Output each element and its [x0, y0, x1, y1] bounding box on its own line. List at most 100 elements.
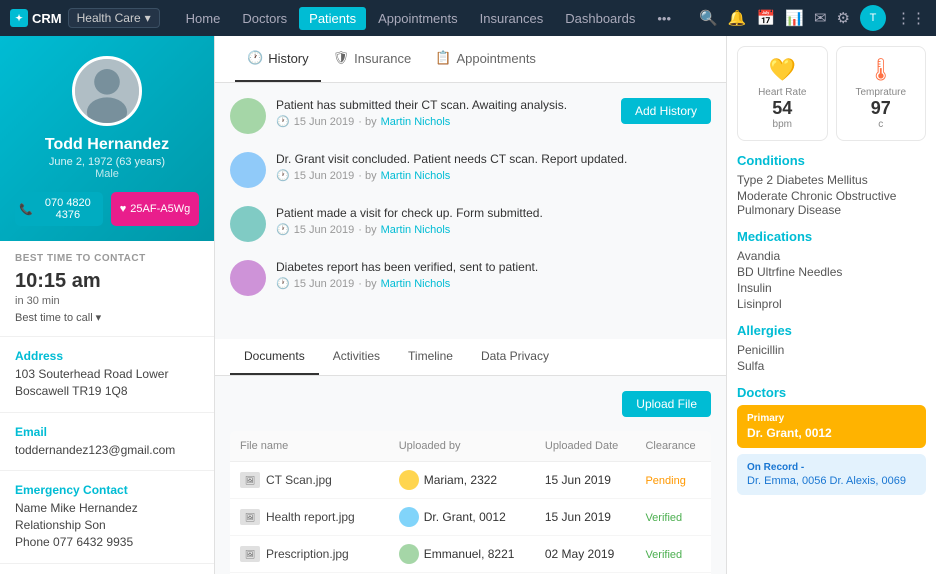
medications-title: Medications	[737, 229, 926, 244]
bell-icon[interactable]: 🔔	[728, 9, 747, 27]
center-panel: 🕐 History 🛡 Insurance 📋 Appointments Add…	[215, 36, 726, 574]
doc-date-cell: 15 Jun 2019	[535, 499, 636, 536]
history-author[interactable]: Martin Nichols	[381, 224, 451, 236]
table-row: 🖼 Health report.jpg Dr. Grant, 0012 15 J…	[230, 499, 711, 536]
subtab-documents[interactable]: Documents	[230, 339, 319, 375]
col-date: Uploaded Date	[535, 431, 636, 462]
grid-icon[interactable]: 📊	[785, 9, 804, 27]
subtab-activities[interactable]: Activities	[319, 339, 394, 375]
temperature-card: 🌡 Temprature 97 c	[836, 46, 927, 141]
temperature-unit: c	[845, 119, 918, 130]
conditions-title: Conditions	[737, 153, 926, 168]
history-author[interactable]: Martin Nichols	[381, 170, 451, 182]
doc-date-cell: 02 May 2019	[535, 536, 636, 573]
mrn-value: 25AF-A5Wg	[130, 203, 190, 215]
emergency-phone: Phone 077 6432 9935	[15, 534, 199, 551]
mail-icon[interactable]: ✉	[814, 9, 827, 27]
on-record-label: On Record -	[747, 462, 916, 473]
doc-uploader-cell: Dr. Grant, 0012	[389, 499, 535, 536]
heart-rate-card: 💛 Heart Rate 54 bpm	[737, 46, 828, 141]
history-item: Patient made a visit for check up. Form …	[230, 206, 711, 242]
nav-home[interactable]: Home	[176, 7, 231, 30]
tab-insurance[interactable]: 🛡 Insurance	[321, 36, 424, 82]
history-avatar	[230, 206, 266, 242]
nav-icon-bar: 🔍 🔔 📅 📊 ✉ ⚙ T ⋮⋮	[699, 5, 926, 31]
col-clearance: Clearance	[635, 431, 711, 462]
chevron-down-icon[interactable]: ▾	[96, 311, 102, 324]
gear-icon[interactable]: ⚙	[837, 9, 850, 27]
history-by: · by	[358, 116, 376, 128]
doc-filename-cell: 🖼 Prescription.jpg	[230, 536, 389, 573]
mrn-button[interactable]: ♥ 25AF-A5Wg	[111, 192, 199, 226]
vitals-row: 💛 Heart Rate 54 bpm 🌡 Temprature 97 c	[737, 46, 926, 141]
doc-filename-cell: 🖼 CT Scan.jpg	[230, 462, 389, 499]
heart-rate-label: Heart Rate	[746, 87, 819, 98]
patient-dob: June 2, 1972 (63 years)	[15, 156, 199, 168]
tab-history[interactable]: 🕐 History	[235, 36, 321, 82]
doc-clearance-cell: Verified	[635, 499, 711, 536]
history-author[interactable]: Martin Nichols	[381, 278, 451, 290]
best-time-sub: in 30 min	[15, 295, 199, 307]
history-text-block: Dr. Grant visit concluded. Patient needs…	[276, 152, 627, 188]
user-avatar[interactable]: T	[860, 5, 886, 31]
nav-insurances[interactable]: Insurances	[470, 7, 554, 30]
temperature-icon: 🌡	[845, 57, 918, 83]
uploader-avatar	[399, 544, 419, 564]
uploader-avatar	[399, 507, 419, 527]
patient-header: Todd Hernandez June 2, 1972 (63 years) M…	[0, 36, 214, 241]
add-history-button[interactable]: Add History	[621, 98, 711, 124]
nav-appointments[interactable]: Appointments	[368, 7, 468, 30]
history-author[interactable]: Martin Nichols	[381, 116, 451, 128]
history-avatar	[230, 152, 266, 188]
subtab-data-privacy[interactable]: Data Privacy	[467, 339, 563, 375]
nav-doctors[interactable]: Doctors	[232, 7, 297, 30]
history-item: Diabetes report has been verified, sent …	[230, 260, 711, 296]
history-avatar	[230, 98, 266, 134]
apps-icon[interactable]: ⋮⋮	[896, 9, 926, 27]
emergency-name: Name Mike Hernandez	[15, 500, 199, 517]
nav-more[interactable]: •••	[647, 7, 681, 30]
history-items: Patient has submitted their CT scan. Awa…	[230, 98, 711, 296]
nav-dashboards[interactable]: Dashboards	[555, 7, 645, 30]
allergy-item: Sulfa	[737, 359, 926, 373]
clearance-badge: Pending	[645, 475, 685, 487]
best-time-label: BEST TIME TO CONTACT	[15, 253, 199, 264]
emergency-rel: Relationship Son	[15, 517, 199, 534]
doc-date-cell: 15 Jun 2019	[535, 462, 636, 499]
doc-uploader-cell: Mariam, 2322	[389, 462, 535, 499]
health-care-selector[interactable]: Health Care ▾	[68, 8, 160, 28]
file-icon: 🖼	[240, 546, 260, 562]
medication-item: Avandia	[737, 249, 926, 263]
history-text: Diabetes report has been verified, sent …	[276, 260, 538, 274]
clearance-badge: Verified	[645, 512, 682, 524]
main-layout: Todd Hernandez June 2, 1972 (63 years) M…	[0, 36, 936, 574]
history-text-block: Patient has submitted their CT scan. Awa…	[276, 98, 567, 134]
temperature-value: 97	[845, 98, 918, 119]
calendar-icon[interactable]: 📅	[757, 9, 776, 27]
condition-item: Type 2 Diabetes Mellitus	[737, 173, 926, 187]
search-icon[interactable]: 🔍	[699, 9, 718, 27]
patient-gender: Male	[15, 168, 199, 180]
history-text-block: Diabetes report has been verified, sent …	[276, 260, 538, 296]
tab-appointments[interactable]: 📋 Appointments	[423, 36, 548, 82]
nav-patients[interactable]: Patients	[299, 7, 366, 30]
medications-list: AvandiaBD Ultrfine NeedlesInsulinLisinpr…	[737, 249, 926, 311]
right-sidebar: 💛 Heart Rate 54 bpm 🌡 Temprature 97 c Co…	[726, 36, 936, 574]
subtab-timeline[interactable]: Timeline	[394, 339, 467, 375]
clearance-badge: Verified	[645, 549, 682, 561]
phone-button[interactable]: 📞 070 4820 4376	[15, 192, 103, 226]
heart-rate-icon: 💛	[746, 57, 819, 83]
address-section: Address 103 Souterhead Road Lower Boscaw…	[0, 337, 214, 413]
table-row: 🖼 CT Scan.jpg Mariam, 2322 15 Jun 2019 P…	[230, 462, 711, 499]
tab-history-label: History	[268, 51, 308, 66]
doctors-section: Doctors Primary Dr. Grant, 0012 On Recor…	[737, 385, 926, 495]
filename-text: Health report.jpg	[266, 510, 355, 524]
patient-action-buttons: 📞 070 4820 4376 ♥ 25AF-A5Wg	[15, 192, 199, 226]
medications-section: Medications AvandiaBD Ultrfine NeedlesIn…	[737, 229, 926, 311]
table-row: 🖼 Prescription.jpg Emmanuel, 8221 02 May…	[230, 536, 711, 573]
upload-file-button[interactable]: Upload File	[622, 391, 711, 417]
documents-table: File name Uploaded by Uploaded Date Clea…	[230, 431, 711, 574]
medication-item: BD Ultrfine Needles	[737, 265, 926, 279]
history-text: Dr. Grant visit concluded. Patient needs…	[276, 152, 627, 166]
email-section: Email toddernandez123@gmail.com	[0, 413, 214, 472]
